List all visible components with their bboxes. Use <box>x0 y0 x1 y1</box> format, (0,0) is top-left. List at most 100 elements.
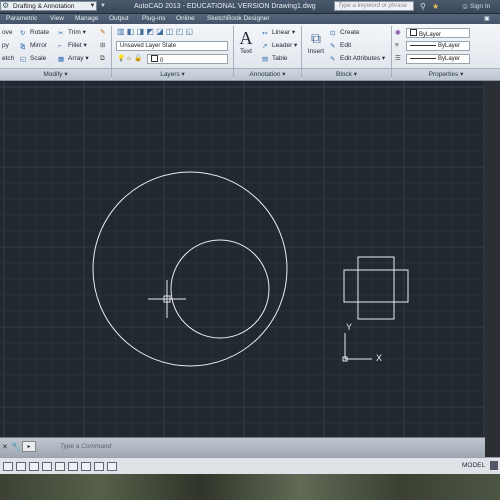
tab-manage[interactable]: Manage <box>75 14 99 24</box>
model-space-button[interactable]: MODEL <box>462 461 485 470</box>
scale-icon: ◱ <box>20 56 27 63</box>
outer-circle[interactable] <box>92 171 288 367</box>
color-value: ByLayer <box>419 32 442 38</box>
status-menu-icon[interactable] <box>490 461 498 470</box>
command-prompt-icon[interactable]: ▸ <box>22 441 36 452</box>
tab-online[interactable]: Online <box>176 14 195 24</box>
text-button[interactable]: A Text <box>236 28 256 55</box>
drawing-svg[interactable]: X Y <box>0 81 500 437</box>
current-layer-value: 0 <box>160 58 164 64</box>
3d-object-snap-icon[interactable] <box>81 462 91 471</box>
command-line: ✕ 🔧 ▸ Type a Command <box>0 437 485 457</box>
ortho-mode-icon[interactable] <box>42 462 52 471</box>
move-button[interactable]: ove <box>2 28 12 38</box>
star-icon[interactable]: ★ <box>432 1 439 12</box>
leader-button[interactable]: ↗ Leader ▾ <box>262 41 297 51</box>
tab-output[interactable]: Output <box>109 14 129 24</box>
quick-access-arrow-icon[interactable]: ▼ <box>100 1 106 12</box>
lightbulb-icon: 💡 <box>117 55 126 62</box>
linetype-icon: ≡ <box>395 42 399 49</box>
leader-icon: ↗ <box>262 43 268 50</box>
horizontal-rectangle[interactable] <box>343 269 409 303</box>
text-a-icon: A <box>239 28 253 48</box>
vertical-rectangle[interactable] <box>357 256 395 320</box>
linear-button[interactable]: ↤ Linear ▾ <box>262 28 295 38</box>
wrench-icon[interactable]: 🔧 <box>11 442 21 451</box>
tab-sketchbook-designer[interactable]: SketchBook Designer <box>207 14 270 24</box>
insert-label: Insert <box>307 48 325 55</box>
rotate-button[interactable]: ↻ Rotate <box>20 28 49 38</box>
array-icon: ▦ <box>58 56 65 63</box>
lineweight-sample <box>410 57 436 59</box>
lineweight-icon: ☰ <box>395 55 401 62</box>
title-bar: Drafting & Annotation ⚙ ▼ ▼ AutoCAD 2013… <box>0 0 500 14</box>
array-button[interactable]: ▦ Array ▾ <box>58 54 89 64</box>
current-layer-select[interactable]: 0 <box>147 54 228 64</box>
edit-attributes-button[interactable]: ✎ Edit Attributes ▾ <box>330 54 385 64</box>
right-gutter <box>485 81 500 457</box>
inner-circle[interactable] <box>170 239 270 339</box>
layer-state-select[interactable]: Unsaved Layer State <box>116 41 228 51</box>
tab-parametric[interactable]: Parametric <box>6 14 37 24</box>
stretch-button[interactable]: etch <box>2 54 14 64</box>
ribbon-panel: ove py etch ↻ Rotate ⧎ Mirror ◱ Scale ✂ Trim… <box>0 24 500 81</box>
polar-tracking-icon[interactable] <box>55 462 65 471</box>
mirror-icon: ⧎ <box>20 43 26 50</box>
trim-icon: ✂ <box>58 30 64 37</box>
pencil-icon[interactable]: ✎ <box>100 28 105 38</box>
scale-button[interactable]: ◱ Scale <box>20 54 46 64</box>
edit-label: Edit <box>340 42 352 49</box>
drawing-canvas[interactable]: X Y <box>0 81 500 437</box>
command-input[interactable]: Type a Command <box>38 441 458 452</box>
object-snap-icon[interactable] <box>68 462 78 471</box>
layer-tools-icon[interactable]: ▥ ◧ ◨ ◩ ◪ ◫ ◰ ◱ <box>117 27 193 37</box>
mirror-button[interactable]: ⧎ Mirror <box>20 41 47 51</box>
linear-label: Linear <box>272 29 291 36</box>
trim-button[interactable]: ✂ Trim ▾ <box>58 28 86 38</box>
fillet-icon: ⌐ <box>58 43 62 50</box>
create-block-button[interactable]: ⊡ Create <box>330 28 360 38</box>
object-snap-tracking-icon[interactable] <box>94 462 104 471</box>
snap-mode-icon[interactable] <box>16 462 26 471</box>
insert-button[interactable]: ⧉ Insert <box>305 28 327 55</box>
modify-panel-title[interactable]: Modify ▾ <box>0 68 111 80</box>
linetype-value: ByLayer <box>438 43 461 49</box>
tab-plugins[interactable]: Plug-ins <box>142 14 165 24</box>
workspace-select[interactable]: Drafting & Annotation <box>0 1 97 11</box>
edit-block-button[interactable]: ✎ Edit <box>330 41 351 51</box>
sun-icon: ☼ <box>126 55 132 62</box>
copy-button[interactable]: py <box>2 41 9 51</box>
ribbon-options-icon[interactable]: ▣ <box>484 14 490 24</box>
scale-label: Scale <box>30 55 47 62</box>
trim-label: Trim <box>68 29 81 36</box>
infer-constraints-icon[interactable] <box>3 462 13 471</box>
color-select[interactable]: ByLayer <box>406 28 470 38</box>
linetype-select[interactable]: ByLayer <box>406 41 470 51</box>
tab-view[interactable]: View <box>50 14 64 24</box>
modify-title-label: Modify <box>43 71 63 78</box>
properties-panel-title[interactable]: Properties ▾ <box>392 68 500 80</box>
close-icon[interactable]: ✕ <box>2 443 8 451</box>
fillet-label: Fillet <box>68 42 82 49</box>
sign-in-link[interactable]: Sign In <box>470 1 490 12</box>
explode-icon[interactable]: ⊞ <box>100 41 105 51</box>
table-label: Table <box>272 55 288 62</box>
insert-block-icon: ⧉ <box>311 30 321 46</box>
offset-icon[interactable]: ⧉ <box>100 54 105 64</box>
grid-display-icon[interactable] <box>29 462 39 471</box>
lineweight-value: ByLayer <box>438 56 461 62</box>
match-properties-icon[interactable]: ◉ <box>395 28 401 38</box>
chevron-down-icon[interactable]: ▼ <box>88 1 97 11</box>
lineweight-select[interactable]: ByLayer <box>406 54 470 64</box>
search-input[interactable]: Type a keyword or phrase <box>334 1 414 11</box>
rotate-icon: ↻ <box>20 30 26 37</box>
layers-title-label: Layers <box>160 71 180 78</box>
edit-block-icon: ✎ <box>330 43 336 50</box>
fillet-button[interactable]: ⌐ Fillet ▾ <box>58 41 87 51</box>
table-button[interactable]: ▤ Table <box>262 54 288 64</box>
binoculars-icon[interactable]: ⚲ <box>420 1 426 12</box>
block-panel-title[interactable]: Block ▾ <box>302 68 391 80</box>
layers-panel-title[interactable]: Layers ▾ <box>112 68 233 80</box>
dynamic-ucs-icon[interactable] <box>107 462 117 471</box>
annotation-panel-title[interactable]: Annotation ▾ <box>234 68 301 80</box>
